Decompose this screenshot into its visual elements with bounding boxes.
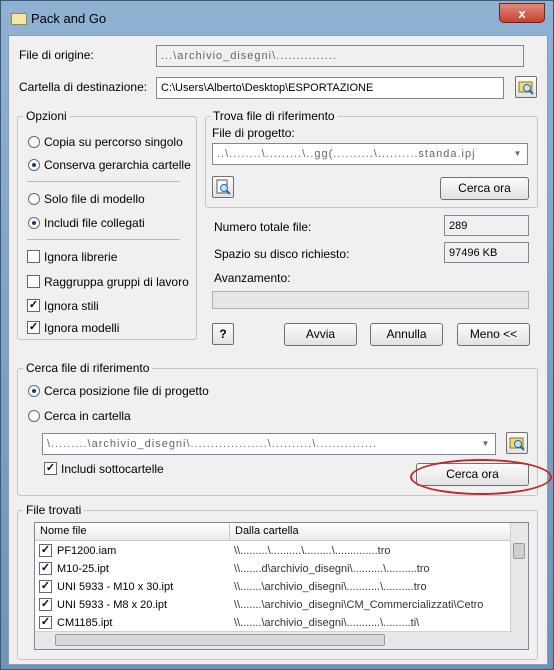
project-file-value: ..\........\.........\..gg(..........\..… (217, 148, 476, 160)
list-item[interactable]: ✓ UNI 5933 - M8 x 20.ipt \\.......\archi… (35, 596, 513, 614)
row-checkbox[interactable]: ✓ (39, 598, 52, 611)
list-item[interactable]: ✓ CM1185.ipt \\.......\archivio_disegni\… (35, 614, 513, 632)
include-subfolders-checkbox[interactable]: ✓ (44, 462, 57, 475)
dropdown-arrow-icon[interactable]: ▼ (478, 435, 494, 453)
include-subfolders-label[interactable]: Includi sottocartelle (61, 462, 164, 476)
find-reference-title: Trova file di riferimento (210, 109, 338, 123)
ignore-libraries-label[interactable]: Ignora librerie (44, 250, 117, 264)
list-item[interactable]: ✓ M10-25.ipt \\.......d\archivio_disegni… (35, 560, 513, 578)
folder-combo[interactable]: \.........\archivio_disegni\............… (42, 433, 496, 455)
only-model-radio[interactable] (28, 193, 40, 205)
file-folder: \\.......\archivio_disegni\CM_Commercial… (234, 599, 484, 611)
less-button[interactable]: Meno << (457, 323, 530, 346)
folder-value: \.........\archivio_disegni\............… (47, 438, 378, 450)
in-folder-label[interactable]: Cerca in cartella (44, 409, 131, 423)
disk-space-label: Spazio su disco richiesto: (214, 247, 350, 261)
browse-folder-icon (518, 81, 534, 95)
file-folder: \\.......\archivio_disegni\...........\.… (234, 581, 427, 593)
disk-space-value: 97496 KB (444, 242, 529, 263)
browse-project-button[interactable] (212, 176, 234, 198)
file-name: M10-25.ipt (57, 563, 109, 575)
browse-folder-icon (509, 437, 525, 451)
dropdown-arrow-icon[interactable]: ▼ (510, 145, 526, 163)
window-title: Pack and Go (31, 11, 107, 26)
ignore-libraries-checkbox[interactable] (27, 250, 40, 263)
ignore-models-label[interactable]: Ignora modelli (44, 321, 119, 335)
ignore-styles-label[interactable]: Ignora stili (44, 299, 99, 313)
cancel-button[interactable]: Annulla (370, 323, 443, 346)
options-title: Opzioni (23, 109, 70, 123)
close-button[interactable]: x (499, 3, 545, 23)
file-name: UNI 5933 - M8 x 20.ipt (57, 599, 168, 611)
folder-icon (11, 13, 27, 25)
column-header-name[interactable]: Nome file (35, 523, 230, 541)
total-files-value: 289 (444, 215, 529, 236)
find-now-button[interactable]: Cerca ora (440, 177, 529, 200)
ignore-models-checkbox[interactable]: ✓ (27, 321, 40, 334)
total-files-label: Numero totale file: (214, 220, 312, 234)
only-model-label[interactable]: Solo file di modello (44, 192, 145, 206)
project-location-radio[interactable] (28, 385, 40, 397)
project-file-label: File di progetto: (212, 126, 295, 140)
file-folder: \\.........\..........\.........\.......… (234, 545, 391, 557)
file-folder: \\.......d\archivio_disegni\..........\.… (234, 563, 430, 575)
horizontal-scrollbar[interactable] (35, 631, 513, 649)
scrollbar-thumb[interactable] (513, 543, 525, 559)
pack-and-go-window: Pack and Go x File di origine: ...\archi… (0, 0, 554, 670)
project-file-combo[interactable]: ..\........\.........\..gg(..........\..… (212, 143, 528, 165)
source-field[interactable]: ...\archivio_disegni\............... (156, 45, 524, 67)
row-checkbox[interactable]: ✓ (39, 616, 52, 629)
browse-destination-button[interactable] (515, 76, 537, 98)
dialog-client: File di origine: ...\archivio_disegni\..… (8, 35, 548, 665)
separator (27, 239, 180, 240)
ignore-styles-checkbox[interactable]: ✓ (27, 299, 40, 312)
copy-single-label[interactable]: Copia su percorso singolo (44, 135, 183, 149)
file-name: PF1200.iam (57, 545, 117, 557)
source-label: File di origine: (19, 48, 94, 62)
found-files-list[interactable]: Nome file Dalla cartella ✓ PF1200.iam \\… (34, 522, 529, 650)
title-bar[interactable]: Pack and Go x (1, 1, 554, 35)
help-button[interactable]: ? (212, 323, 234, 345)
destination-label: Cartella di destinazione: (19, 80, 148, 94)
scrollbar-thumb[interactable] (55, 634, 385, 646)
keep-hierarchy-radio[interactable] (28, 159, 40, 171)
list-item[interactable]: ✓ UNI 5933 - M10 x 30.ipt \\.......\arch… (35, 578, 513, 596)
include-linked-label[interactable]: Includi file collegati (44, 216, 145, 230)
file-name: CM1185.ipt (57, 617, 113, 629)
browse-file-icon (216, 179, 231, 195)
in-folder-radio[interactable] (28, 410, 40, 422)
file-folder: \\.......\archivio_disegni\...........\.… (234, 617, 420, 629)
row-checkbox[interactable]: ✓ (39, 562, 52, 575)
found-files-title: File trovati (23, 503, 85, 517)
separator (27, 181, 180, 182)
file-name: UNI 5933 - M10 x 30.ipt (57, 581, 174, 593)
copy-single-radio[interactable] (28, 136, 40, 148)
group-workgroups-checkbox[interactable] (27, 275, 40, 288)
list-item[interactable]: ✓ PF1200.iam \\.........\..........\....… (35, 542, 513, 560)
progress-bar (212, 291, 529, 309)
progress-label: Avanzamento: (214, 271, 291, 285)
group-workgroups-label[interactable]: Raggruppa gruppi di lavoro (44, 275, 189, 289)
run-button[interactable]: Avvia (284, 323, 357, 346)
search-reference-title: Cerca file di riferimento (23, 361, 153, 375)
column-header-folder[interactable]: Dalla cartella (230, 523, 513, 541)
include-linked-radio[interactable] (28, 217, 40, 229)
row-checkbox[interactable]: ✓ (39, 580, 52, 593)
keep-hierarchy-label[interactable]: Conserva gerarchia cartelle (44, 158, 191, 172)
project-location-label[interactable]: Cerca posizione file di progetto (44, 384, 209, 398)
highlight-annotation (410, 459, 552, 495)
browse-folder-button[interactable] (506, 432, 528, 454)
help-icon: ? (219, 327, 227, 341)
destination-field[interactable]: C:\Users\Alberto\Desktop\ESPORTAZIONE (156, 77, 504, 99)
row-checkbox[interactable]: ✓ (39, 544, 52, 557)
